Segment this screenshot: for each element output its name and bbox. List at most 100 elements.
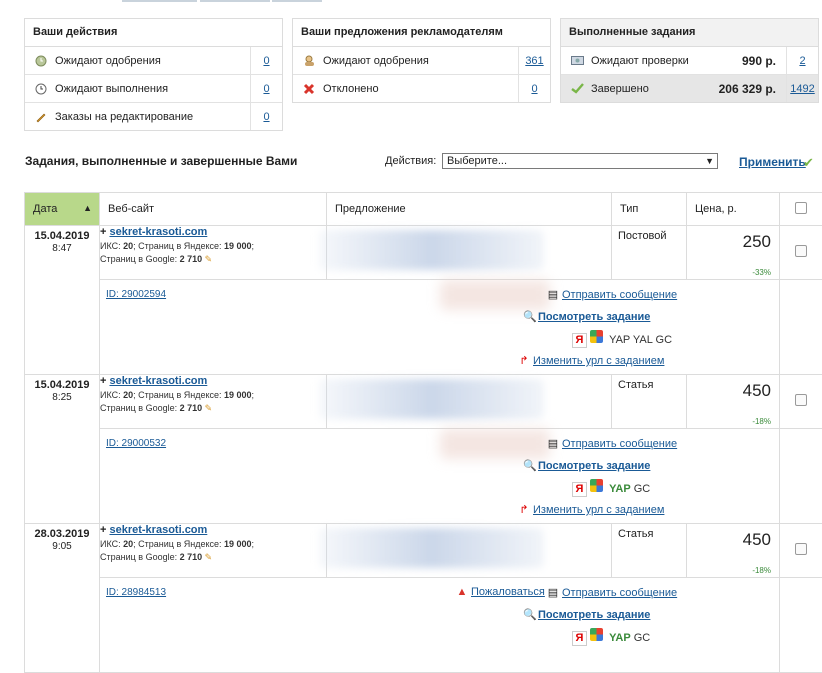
date-cell: 15.04.2019 8:47 bbox=[25, 226, 100, 375]
column-header-type[interactable]: Тип bbox=[612, 193, 687, 226]
empty-cell bbox=[780, 429, 822, 524]
empty-cell bbox=[780, 280, 822, 375]
type-cell: Статья bbox=[612, 524, 687, 578]
pencil-icon bbox=[33, 110, 49, 124]
select-all-checkbox[interactable] bbox=[795, 202, 807, 214]
section-title: Задания, выполненные и завершенные Вами bbox=[25, 154, 297, 168]
user-pending-icon bbox=[301, 54, 317, 68]
task-id-link[interactable]: ID: 28984513 bbox=[106, 587, 166, 598]
magnifier-icon: 🔍 bbox=[523, 310, 535, 323]
pencil-icon[interactable]: ✎ bbox=[205, 552, 213, 562]
offer-cell bbox=[327, 375, 612, 429]
count-link[interactable]: 2 bbox=[799, 55, 805, 67]
type-cell: Статья bbox=[612, 375, 687, 429]
row-checkbox-cell bbox=[780, 226, 822, 280]
tasks-table: Дата ▲ Веб-сайт Предложение Тип Цена, р.… bbox=[24, 192, 822, 673]
arrow-icon: ↱ bbox=[518, 503, 530, 516]
count-link[interactable]: 0 bbox=[263, 111, 269, 123]
count-link[interactable]: 0 bbox=[531, 83, 537, 95]
table-row-actions: ID: 29002594 ▤Отправить сообщение 🔍Посмо… bbox=[25, 280, 822, 375]
view-task-link[interactable]: 🔍Посмотреть задание bbox=[523, 310, 650, 323]
table-row: 15.04.2019 8:25 + sekret-krasoti.com ИКС… bbox=[25, 375, 822, 429]
google-icon bbox=[590, 628, 603, 641]
view-task-link[interactable]: 🔍Посмотреть задание bbox=[523, 459, 650, 472]
send-message-link[interactable]: ▤Отправить сообщение bbox=[547, 437, 677, 450]
clock-pending-icon bbox=[33, 54, 49, 68]
row-checkbox-cell bbox=[780, 375, 822, 429]
panel-title: Ваши действия bbox=[25, 19, 282, 47]
table-row-actions: ID: 28984513 ▲Пожаловаться ▤Отправить со… bbox=[25, 578, 822, 673]
row-checkbox[interactable] bbox=[795, 543, 807, 555]
sort-up-icon: ▲ bbox=[83, 203, 92, 213]
select-all-checkbox-cell bbox=[780, 193, 822, 226]
google-icon bbox=[590, 330, 603, 343]
checkmark-icon: ✔ bbox=[803, 155, 814, 171]
site-cell: + sekret-krasoti.com ИКС: 20; Страниц в … bbox=[100, 375, 327, 429]
my-actions-row: Ожидают выполнения 0 bbox=[25, 75, 282, 103]
offers-row: Отклонено 0 bbox=[293, 75, 550, 102]
top-nav-remnant bbox=[0, 0, 822, 6]
money-icon bbox=[569, 54, 585, 68]
change-url-link[interactable]: ↱Изменить урл с заданием bbox=[518, 354, 664, 367]
column-header-date[interactable]: Дата ▲ bbox=[25, 193, 100, 226]
actions-select[interactable]: Выберите... ▼ bbox=[442, 153, 718, 169]
apply-button[interactable]: Применить bbox=[739, 155, 806, 169]
completed-row: Ожидают проверки 990 р. 2 bbox=[561, 47, 818, 75]
actions-label: Действия: bbox=[385, 155, 436, 167]
offers-panel: Ваши предложения рекламодателям Ожидают … bbox=[292, 18, 551, 103]
column-header-offer[interactable]: Предложение bbox=[327, 193, 612, 226]
cross-icon bbox=[301, 82, 317, 96]
complain-link[interactable]: ▲Пожаловаться bbox=[456, 586, 545, 598]
task-id-link[interactable]: ID: 29000532 bbox=[106, 438, 166, 449]
warning-icon: ▲ bbox=[456, 586, 468, 598]
site-link[interactable]: sekret-krasoti.com bbox=[109, 375, 207, 387]
clock-icon bbox=[33, 82, 49, 96]
dropdown-arrow-icon: ▼ bbox=[705, 154, 714, 168]
site-cell: + sekret-krasoti.com ИКС: 20; Страниц в … bbox=[100, 524, 327, 578]
date-cell: 15.04.2019 8:25 bbox=[25, 375, 100, 524]
change-url-link[interactable]: ↱Изменить урл с заданием bbox=[518, 503, 664, 516]
offers-row: Ожидают одобрения 361 bbox=[293, 47, 550, 75]
column-header-price[interactable]: Цена, р. bbox=[687, 193, 780, 226]
site-link[interactable]: sekret-krasoti.com bbox=[109, 524, 207, 536]
row-checkbox[interactable] bbox=[795, 394, 807, 406]
completed-panel: Выполненные задания Ожидают проверки 990… bbox=[560, 18, 819, 103]
completed-row: Завершено 206 329 р. 1492 bbox=[561, 75, 818, 102]
pencil-icon[interactable]: ✎ bbox=[205, 254, 213, 264]
count-link[interactable]: 361 bbox=[525, 55, 543, 67]
magnifier-icon: 🔍 bbox=[523, 608, 535, 621]
column-header-site[interactable]: Веб-сайт bbox=[100, 193, 327, 226]
send-message-link[interactable]: ▤Отправить сообщение bbox=[547, 586, 677, 599]
yandex-icon: Я bbox=[572, 482, 587, 497]
google-icon bbox=[590, 479, 603, 492]
panel-title: Ваши предложения рекламодателям bbox=[293, 19, 550, 47]
row-checkbox[interactable] bbox=[795, 245, 807, 257]
search-engines: Я YAP GC bbox=[572, 628, 650, 646]
task-actions-cell: ID: 29002594 ▤Отправить сообщение 🔍Посмо… bbox=[100, 280, 780, 375]
row-checkbox-cell bbox=[780, 524, 822, 578]
my-actions-panel: Ваши действия Ожидают одобрения 0 Ожидаю… bbox=[24, 18, 283, 131]
search-engines: Я YAP YAL GC bbox=[572, 330, 672, 348]
magnifier-icon: 🔍 bbox=[523, 459, 535, 472]
site-cell: + sekret-krasoti.com ИКС: 20; Страниц в … bbox=[100, 226, 327, 280]
yandex-icon: Я bbox=[572, 333, 587, 348]
send-message-link[interactable]: ▤Отправить сообщение bbox=[547, 288, 677, 301]
table-row-actions: ID: 29000532 ▤Отправить сообщение 🔍Посмо… bbox=[25, 429, 822, 524]
empty-cell bbox=[780, 578, 822, 673]
panel-title: Выполненные задания bbox=[561, 19, 818, 47]
price-cell: 450 -18% bbox=[687, 375, 780, 429]
count-link[interactable]: 1492 bbox=[790, 83, 814, 95]
document-icon: ▤ bbox=[547, 288, 559, 301]
table-row: 15.04.2019 8:47 + sekret-krasoti.com ИКС… bbox=[25, 226, 822, 280]
pencil-icon[interactable]: ✎ bbox=[205, 403, 213, 413]
checkmark-icon bbox=[569, 82, 585, 96]
price-cell: 450 -18% bbox=[687, 524, 780, 578]
offer-cell bbox=[327, 226, 612, 280]
view-task-link[interactable]: 🔍Посмотреть задание bbox=[523, 608, 650, 621]
offer-cell bbox=[327, 524, 612, 578]
count-link[interactable]: 0 bbox=[263, 55, 269, 67]
site-link[interactable]: sekret-krasoti.com bbox=[109, 226, 207, 238]
yandex-icon: Я bbox=[572, 631, 587, 646]
count-link[interactable]: 0 bbox=[263, 83, 269, 95]
task-id-link[interactable]: ID: 29002594 bbox=[106, 289, 166, 300]
